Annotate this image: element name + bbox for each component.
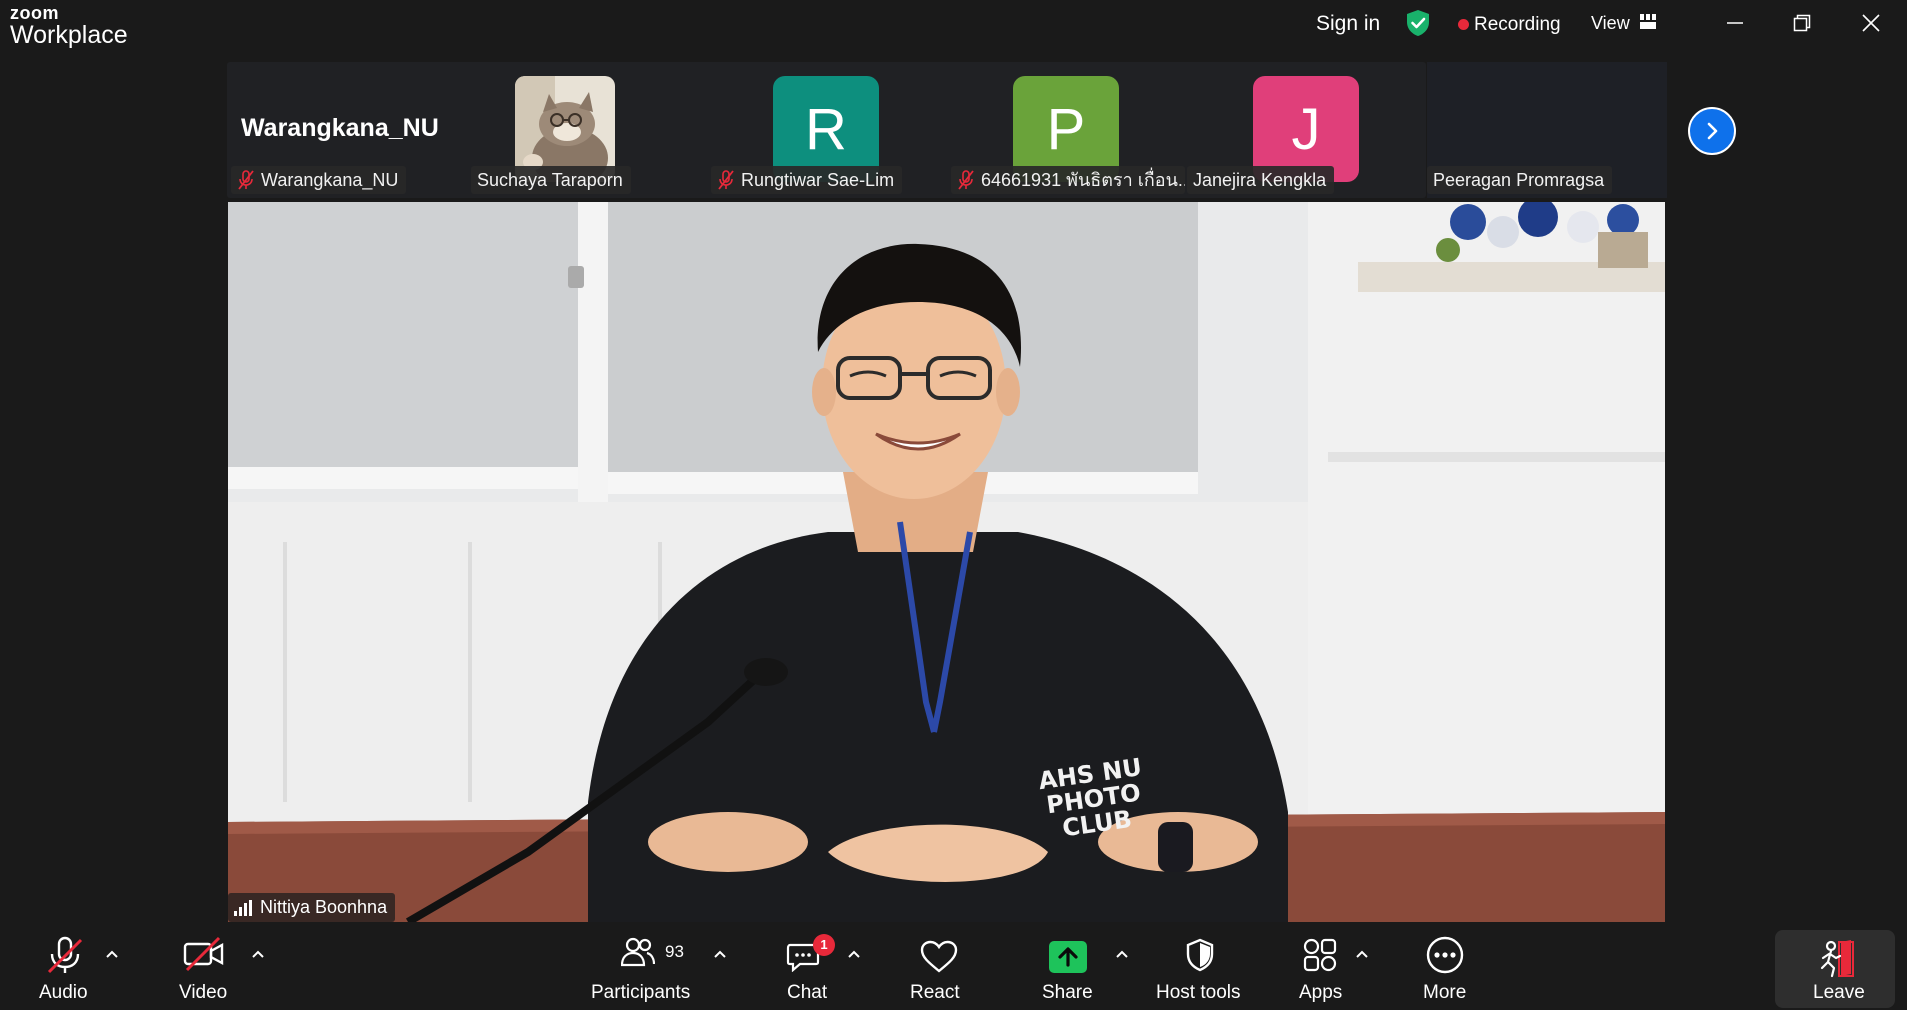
grid-view-icon[interactable] bbox=[1640, 14, 1656, 29]
close-icon bbox=[1862, 14, 1880, 32]
avatar-initial: R bbox=[805, 96, 847, 162]
sign-in-link[interactable]: Sign in bbox=[1316, 12, 1380, 36]
participant-name: Peeragan Promragsa bbox=[1433, 170, 1605, 190]
audio-button[interactable]: Audio bbox=[30, 922, 100, 1010]
participants-icon bbox=[621, 937, 655, 967]
host-tools-button[interactable]: Host tools bbox=[1150, 922, 1250, 1010]
participant-name: Rungtiwar Sae-Lim bbox=[741, 170, 895, 190]
participant-tile[interactable]: P 64661931 พันธิตรา เกื่อน... bbox=[947, 62, 1187, 198]
share-screen-button[interactable]: Share bbox=[1037, 922, 1107, 1010]
video-button[interactable]: Video bbox=[170, 922, 240, 1010]
apps-icon bbox=[1303, 938, 1337, 972]
zoom-workplace-logo: zoom Workplace bbox=[10, 4, 128, 48]
view-menu-label[interactable]: View bbox=[1591, 13, 1630, 34]
avatar-initial: J bbox=[1291, 96, 1321, 162]
mic-muted-icon bbox=[238, 170, 254, 190]
brand-small: zoom bbox=[10, 3, 59, 23]
recording-status[interactable]: Recording bbox=[1474, 14, 1561, 36]
react-button[interactable]: React bbox=[905, 922, 975, 1010]
apps-button[interactable]: Apps bbox=[1290, 922, 1350, 1010]
share-label: Share bbox=[1042, 982, 1093, 1003]
mic-muted-icon bbox=[958, 170, 974, 190]
leave-label: Leave bbox=[1813, 982, 1865, 1003]
apps-label: Apps bbox=[1299, 982, 1343, 1003]
restore-button[interactable] bbox=[1782, 8, 1822, 38]
speaker-video-frame: AHS NU PHOTO CLUB bbox=[228, 202, 1665, 922]
leave-meeting-button[interactable]: Leave bbox=[1775, 930, 1895, 1008]
minimize-icon bbox=[1727, 22, 1743, 24]
participant-display-name: Warangkana_NU bbox=[241, 114, 439, 142]
participants-options-caret-icon[interactable] bbox=[712, 948, 728, 960]
share-options-caret-icon[interactable] bbox=[1114, 948, 1130, 960]
participant-name-tag: Suchaya Taraporn bbox=[471, 166, 631, 194]
participant-tile[interactable]: J Janejira Kengkla bbox=[1187, 62, 1427, 198]
chat-label: Chat bbox=[787, 982, 828, 1003]
participant-name-tag: 64661931 พันธิตรา เกื่อน... bbox=[951, 166, 1185, 194]
meeting-controls-toolbar: Audio Video 93 Participants 1 Chat React… bbox=[0, 922, 1907, 1010]
more-label: More bbox=[1423, 982, 1467, 1003]
share-screen-icon bbox=[1049, 941, 1087, 973]
chat-unread-badge: 1 bbox=[813, 934, 835, 956]
participant-thumbnail-strip: Warangkana_NU Warangkana_NU Suchaya Tara… bbox=[227, 62, 1667, 198]
mic-muted-icon bbox=[47, 936, 83, 974]
title-bar: zoom Workplace Sign in Recording View bbox=[0, 0, 1907, 58]
participant-tile[interactable]: R Rungtiwar Sae-Lim bbox=[707, 62, 947, 198]
chevron-right-icon bbox=[1707, 122, 1718, 140]
speaker-name-tag: Nittiya Boonhna bbox=[228, 893, 396, 922]
participant-name-tag: Peeragan Promragsa bbox=[1427, 166, 1613, 194]
active-speaker-video[interactable]: AHS NU PHOTO CLUB bbox=[228, 202, 1665, 922]
brand-large: Workplace bbox=[10, 21, 128, 49]
chat-options-caret-icon[interactable] bbox=[846, 948, 862, 960]
avatar-initial: P bbox=[1046, 96, 1086, 162]
video-label: Video bbox=[179, 982, 228, 1003]
react-label: React bbox=[910, 982, 960, 1003]
restore-icon bbox=[1793, 14, 1811, 32]
audio-options-caret-icon[interactable] bbox=[104, 948, 120, 960]
participants-label: Participants bbox=[591, 982, 691, 1003]
participant-name: 64661931 พันธิตรา เกื่อน... bbox=[981, 170, 1185, 190]
participant-name: Suchaya Taraporn bbox=[477, 170, 623, 190]
minimize-button[interactable] bbox=[1715, 8, 1755, 38]
participant-name: Warangkana_NU bbox=[261, 170, 399, 190]
participants-count: 93 bbox=[665, 942, 684, 961]
signal-strength-icon bbox=[234, 899, 252, 916]
speaker-name: Nittiya Boonhna bbox=[260, 897, 388, 917]
participant-name: Janejira Kengkla bbox=[1193, 170, 1327, 190]
participants-button[interactable]: 93 Participants bbox=[588, 922, 698, 1010]
recording-dot-icon bbox=[1458, 19, 1469, 30]
shield-icon bbox=[1186, 938, 1214, 972]
next-page-button[interactable] bbox=[1688, 107, 1736, 155]
participant-tile[interactable]: Warangkana_NU Warangkana_NU bbox=[227, 62, 467, 198]
security-shield-icon[interactable] bbox=[1405, 9, 1431, 37]
more-button[interactable]: More bbox=[1415, 922, 1475, 1010]
audio-label: Audio bbox=[39, 982, 88, 1003]
chat-button[interactable]: 1 Chat bbox=[780, 922, 835, 1010]
mic-muted-icon bbox=[718, 170, 734, 190]
host-tools-label: Host tools bbox=[1156, 982, 1241, 1003]
participant-name-tag: Warangkana_NU bbox=[231, 166, 407, 194]
participant-name-tag: Janejira Kengkla bbox=[1187, 166, 1335, 194]
close-button[interactable] bbox=[1851, 8, 1891, 38]
participant-tile[interactable]: Suchaya Taraporn bbox=[467, 62, 707, 198]
heart-icon bbox=[920, 940, 958, 973]
video-off-icon bbox=[183, 936, 224, 972]
leave-door-icon bbox=[1820, 940, 1854, 978]
video-options-caret-icon[interactable] bbox=[250, 948, 266, 960]
apps-options-caret-icon[interactable] bbox=[1354, 948, 1370, 960]
participant-tile[interactable]: Peeragan Promragsa bbox=[1427, 62, 1667, 198]
more-options-icon bbox=[1426, 936, 1464, 974]
participant-name-tag: Rungtiwar Sae-Lim bbox=[711, 166, 903, 194]
